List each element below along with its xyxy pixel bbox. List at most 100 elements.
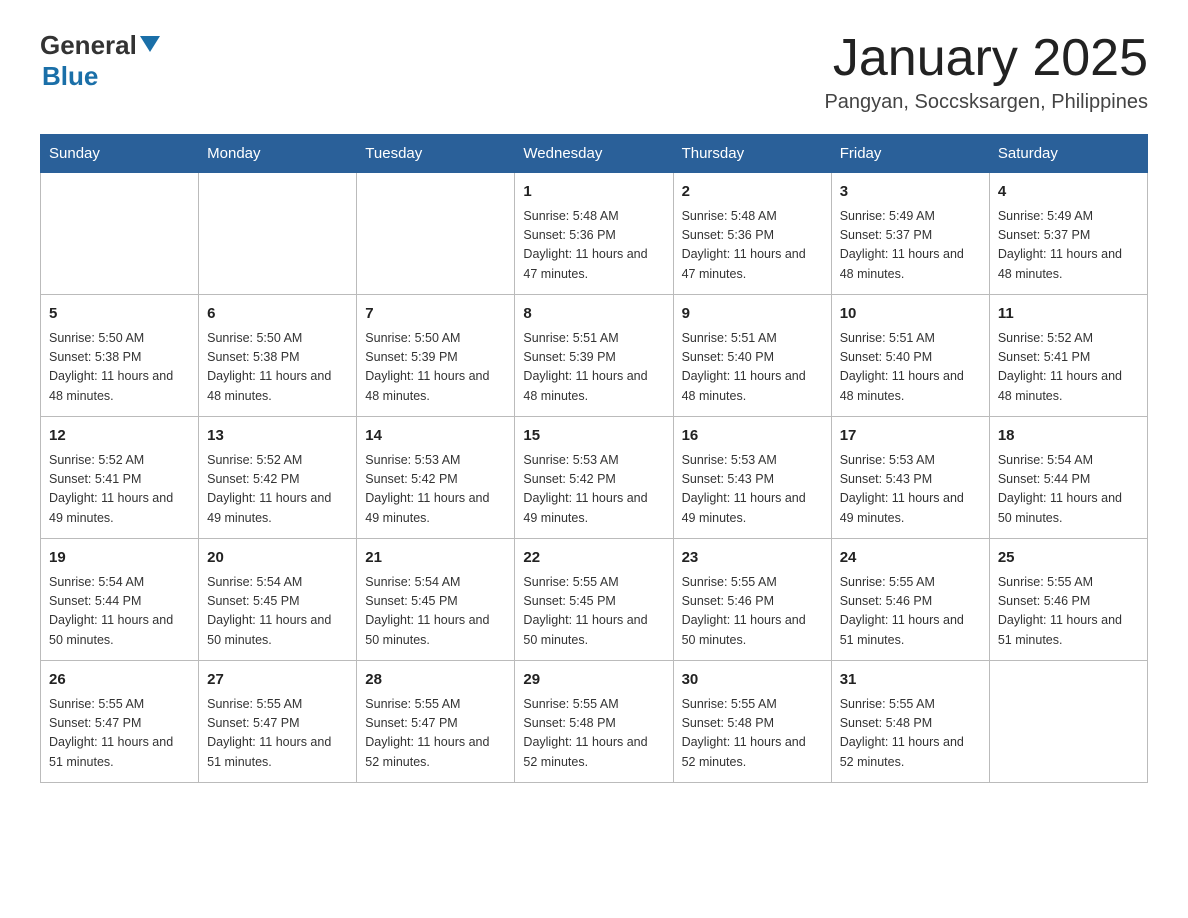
day-number: 15 [523,425,664,448]
day-info: Sunrise: 5:55 AMSunset: 5:46 PMDaylight:… [682,573,823,651]
day-info: Sunrise: 5:55 AMSunset: 5:48 PMDaylight:… [682,695,823,773]
day-cell-24: 24 Sunrise: 5:55 AMSunset: 5:46 PMDayligh… [831,539,989,661]
col-header-sunday: Sunday [41,135,199,173]
day-number: 26 [49,669,190,692]
day-cell-29: 29 Sunrise: 5:55 AMSunset: 5:48 PMDayligh… [515,661,673,783]
day-number: 3 [840,181,981,204]
day-info: Sunrise: 5:49 AMSunset: 5:37 PMDaylight:… [998,207,1139,285]
day-cell-8: 8 Sunrise: 5:51 AMSunset: 5:39 PMDaylight… [515,295,673,417]
day-info: Sunrise: 5:51 AMSunset: 5:40 PMDaylight:… [840,329,981,407]
day-cell-12: 12 Sunrise: 5:52 AMSunset: 5:41 PMDayligh… [41,417,199,539]
week-row-3: 12 Sunrise: 5:52 AMSunset: 5:41 PMDayligh… [41,417,1148,539]
day-cell-7: 7 Sunrise: 5:50 AMSunset: 5:39 PMDaylight… [357,295,515,417]
logo-triangle-icon [139,34,161,54]
day-info: Sunrise: 5:55 AMSunset: 5:45 PMDaylight:… [523,573,664,651]
day-cell-9: 9Sunrise: 5:51 AMSunset: 5:40 PMDaylight… [673,295,831,417]
week-row-2: 5Sunrise: 5:50 AMSunset: 5:38 PMDaylight… [41,295,1148,417]
day-cell-22: 22 Sunrise: 5:55 AMSunset: 5:45 PMDayligh… [515,539,673,661]
day-info: Sunrise: 5:48 AMSunset: 5:36 PMDaylight:… [682,207,823,285]
day-number: 6 [207,303,348,326]
day-number: 24 [840,547,981,570]
day-number: 19 [49,547,190,570]
day-cell-23: 23Sunrise: 5:55 AMSunset: 5:46 PMDayligh… [673,539,831,661]
day-number: 29 [523,669,664,692]
empty-cell [357,173,515,295]
day-number: 14 [365,425,506,448]
logo-text-blue: Blue [42,61,98,92]
day-cell-10: 10Sunrise: 5:51 AMSunset: 5:40 PMDayligh… [831,295,989,417]
day-number: 4 [998,181,1139,204]
day-number: 20 [207,547,348,570]
day-number: 13 [207,425,348,448]
day-info: Sunrise: 5:55 AMSunset: 5:46 PMDaylight:… [998,573,1139,651]
day-number: 7 [365,303,506,326]
day-cell-31: 31 Sunrise: 5:55 AMSunset: 5:48 PMDayligh… [831,661,989,783]
day-number: 30 [682,669,823,692]
day-cell-3: 3 Sunrise: 5:49 AMSunset: 5:37 PMDaylight… [831,173,989,295]
day-number: 27 [207,669,348,692]
day-info: Sunrise: 5:53 AMSunset: 5:42 PMDaylight:… [523,451,664,529]
day-info: Sunrise: 5:55 AMSunset: 5:47 PMDaylight:… [49,695,190,773]
week-row-4: 19 Sunrise: 5:54 AMSunset: 5:44 PMDayligh… [41,539,1148,661]
day-info: Sunrise: 5:52 AMSunset: 5:42 PMDaylight:… [207,451,348,529]
day-cell-11: 11Sunrise: 5:52 AMSunset: 5:41 PMDayligh… [989,295,1147,417]
day-info: Sunrise: 5:54 AMSunset: 5:44 PMDaylight:… [49,573,190,651]
col-header-thursday: Thursday [673,135,831,173]
day-info: Sunrise: 5:54 AMSunset: 5:44 PMDaylight:… [998,451,1139,529]
day-cell-27: 27Sunrise: 5:55 AMSunset: 5:47 PMDayligh… [199,661,357,783]
day-cell-2: 2 Sunrise: 5:48 AMSunset: 5:36 PMDaylight… [673,173,831,295]
day-number: 17 [840,425,981,448]
calendar-header-row: SundayMondayTuesdayWednesdayThursdayFrid… [41,135,1148,173]
day-cell-28: 28 Sunrise: 5:55 AMSunset: 5:47 PMDayligh… [357,661,515,783]
day-info: Sunrise: 5:54 AMSunset: 5:45 PMDaylight:… [365,573,506,651]
day-info: Sunrise: 5:50 AMSunset: 5:39 PMDaylight:… [365,329,506,407]
title-block: January 2025 Pangyan, Soccsksargen, Phil… [824,30,1148,114]
calendar-table: SundayMondayTuesdayWednesdayThursdayFrid… [40,134,1148,783]
col-header-saturday: Saturday [989,135,1147,173]
empty-cell [989,661,1147,783]
day-info: Sunrise: 5:55 AMSunset: 5:46 PMDaylight:… [840,573,981,651]
day-info: Sunrise: 5:52 AMSunset: 5:41 PMDaylight:… [998,329,1139,407]
day-info: Sunrise: 5:50 AMSunset: 5:38 PMDaylight:… [207,329,348,407]
day-number: 21 [365,547,506,570]
day-cell-19: 19 Sunrise: 5:54 AMSunset: 5:44 PMDayligh… [41,539,199,661]
day-cell-16: 16 Sunrise: 5:53 AMSunset: 5:43 PMDayligh… [673,417,831,539]
day-cell-6: 6 Sunrise: 5:50 AMSunset: 5:38 PMDaylight… [199,295,357,417]
day-info: Sunrise: 5:53 AMSunset: 5:43 PMDaylight:… [682,451,823,529]
day-info: Sunrise: 5:48 AMSunset: 5:36 PMDaylight:… [523,207,664,285]
day-cell-18: 18Sunrise: 5:54 AMSunset: 5:44 PMDayligh… [989,417,1147,539]
page-header: General Blue January 2025 Pangyan, Soccs… [40,30,1148,114]
day-number: 31 [840,669,981,692]
day-info: Sunrise: 5:53 AMSunset: 5:42 PMDaylight:… [365,451,506,529]
day-number: 8 [523,303,664,326]
day-number: 9 [682,303,823,326]
location-title: Pangyan, Soccsksargen, Philippines [824,91,1148,114]
logo-text-general: General [40,30,137,61]
day-cell-5: 5Sunrise: 5:50 AMSunset: 5:38 PMDaylight… [41,295,199,417]
day-info: Sunrise: 5:55 AMSunset: 5:48 PMDaylight:… [523,695,664,773]
day-info: Sunrise: 5:49 AMSunset: 5:37 PMDaylight:… [840,207,981,285]
day-info: Sunrise: 5:55 AMSunset: 5:47 PMDaylight:… [365,695,506,773]
day-number: 16 [682,425,823,448]
col-header-tuesday: Tuesday [357,135,515,173]
col-header-friday: Friday [831,135,989,173]
col-header-monday: Monday [199,135,357,173]
day-info: Sunrise: 5:50 AMSunset: 5:38 PMDaylight:… [49,329,190,407]
empty-cell [199,173,357,295]
day-number: 2 [682,181,823,204]
day-number: 12 [49,425,190,448]
col-header-wednesday: Wednesday [515,135,673,173]
day-info: Sunrise: 5:51 AMSunset: 5:39 PMDaylight:… [523,329,664,407]
day-info: Sunrise: 5:52 AMSunset: 5:41 PMDaylight:… [49,451,190,529]
day-cell-15: 15 Sunrise: 5:53 AMSunset: 5:42 PMDayligh… [515,417,673,539]
day-cell-13: 13 Sunrise: 5:52 AMSunset: 5:42 PMDayligh… [199,417,357,539]
day-info: Sunrise: 5:55 AMSunset: 5:48 PMDaylight:… [840,695,981,773]
day-cell-20: 20Sunrise: 5:54 AMSunset: 5:45 PMDayligh… [199,539,357,661]
day-cell-30: 30 Sunrise: 5:55 AMSunset: 5:48 PMDayligh… [673,661,831,783]
week-row-1: 1 Sunrise: 5:48 AMSunset: 5:36 PMDaylight… [41,173,1148,295]
day-number: 1 [523,181,664,204]
day-number: 28 [365,669,506,692]
day-number: 22 [523,547,664,570]
month-title: January 2025 [824,30,1148,87]
day-cell-14: 14 Sunrise: 5:53 AMSunset: 5:42 PMDayligh… [357,417,515,539]
